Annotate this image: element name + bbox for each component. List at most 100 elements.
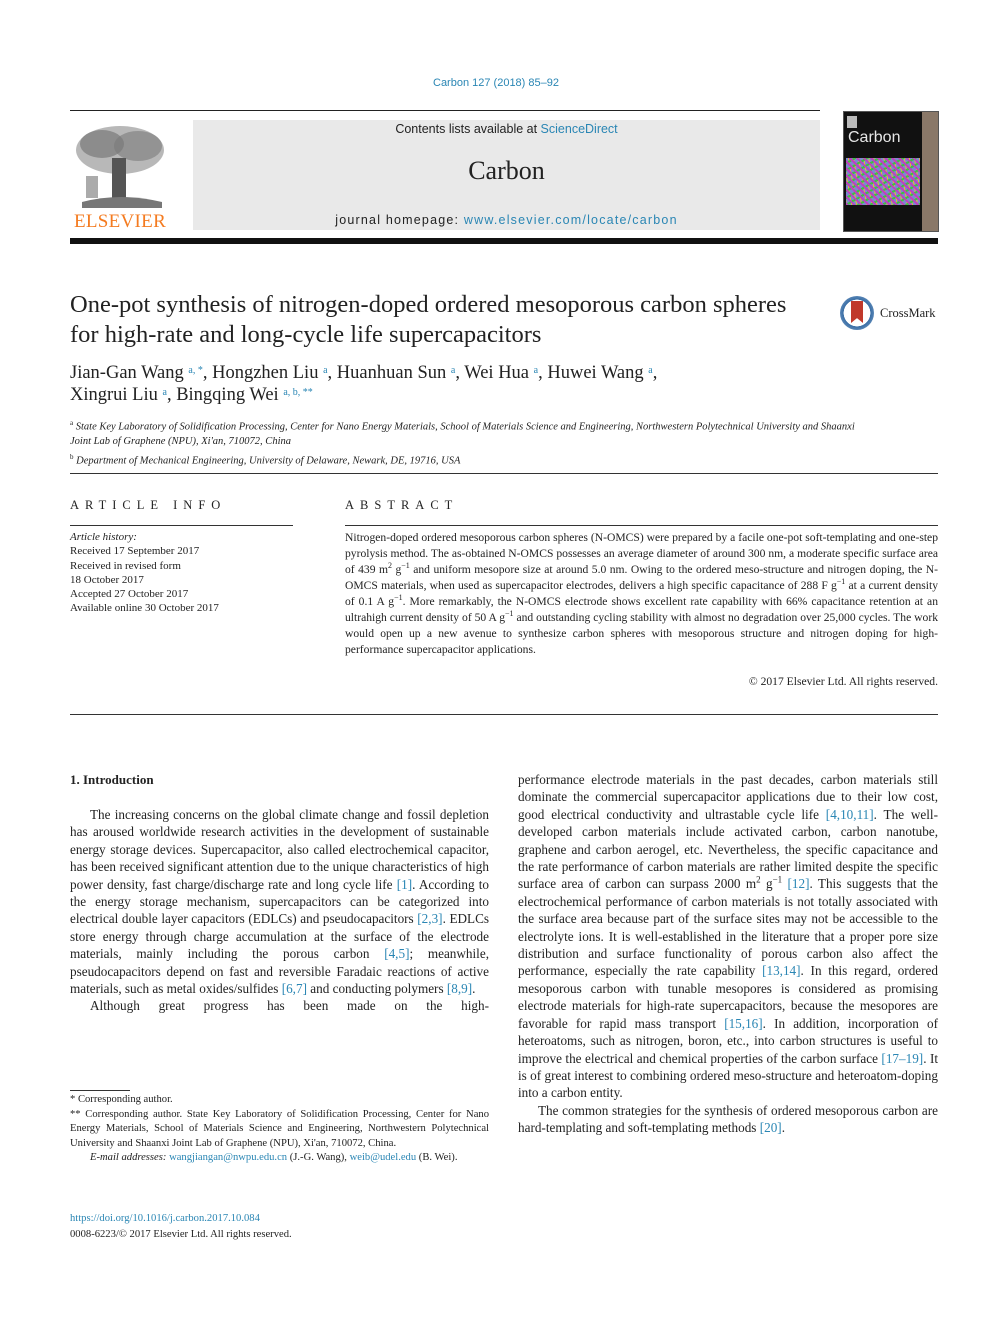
paragraph: Although great progress has been made on… [90, 998, 489, 1014]
reference-link[interactable]: [8,9] [447, 981, 472, 996]
email-link[interactable]: weib@udel.edu [350, 1152, 417, 1163]
email-owner: (B. Wei). [416, 1152, 458, 1164]
author-name[interactable]: Bingqing Wei [176, 385, 279, 405]
text-segment: and conducting polymers [306, 981, 447, 997]
text-segment: . [472, 981, 476, 997]
email-label: E-mail addresses: [90, 1152, 167, 1164]
author-name[interactable]: Wei Hua [464, 363, 529, 383]
header-thick-rule [70, 238, 938, 244]
superscript: −1 [394, 593, 403, 603]
homepage-line: journal homepage: www.elsevier.com/locat… [193, 213, 820, 227]
sciencedirect-link[interactable]: ScienceDirect [541, 122, 618, 136]
body-column-right: performance electrode materials in the p… [518, 771, 938, 1137]
article-title: One-pot synthesis of nitrogen-doped orde… [70, 291, 787, 348]
author-name[interactable]: Jian-Gan Wang [70, 363, 184, 383]
author-affil-mark[interactable]: a [163, 387, 167, 398]
reference-link[interactable]: [12] [788, 876, 810, 891]
article-info-heading: ARTICLE INFO [70, 498, 227, 512]
reference-link[interactable]: [13,14] [762, 963, 800, 978]
crossmark-button[interactable]: CrossMark [840, 296, 940, 336]
footnote-rule [70, 1090, 130, 1091]
text-segment: The common strategies for the synthesis … [518, 1102, 938, 1136]
author-name[interactable]: Huanhuan Sun [337, 363, 446, 383]
cover-artwork [846, 158, 920, 205]
reference-link[interactable]: [4,5] [384, 946, 409, 961]
history-label: Article history: [70, 531, 137, 543]
affiliation-b: b Department of Mechanical Engineering, … [70, 450, 870, 469]
email-link[interactable]: wangjiangan@nwpu.edu.cn [169, 1152, 287, 1163]
text-segment: . [781, 1120, 785, 1136]
author-affil-mark[interactable]: a, b, ** [283, 387, 312, 398]
author-name[interactable]: Hongzhen Liu [212, 363, 318, 383]
journal-name: Carbon [468, 156, 545, 185]
cover-seal-icon [847, 116, 857, 128]
affiliation-text: State Key Laboratory of Solidification P… [70, 421, 855, 448]
history-item: Received 17 September 2017 [70, 545, 200, 558]
journal-cover-image[interactable]: Carbon [843, 111, 939, 232]
body-rule [70, 714, 938, 715]
article-history: Article history: Received 17 September 2… [70, 530, 219, 616]
history-item: Accepted 27 October 2017 [70, 588, 189, 601]
reference-link[interactable]: [17–19] [881, 1051, 923, 1066]
journal-citation-link[interactable]: Carbon 127 (2018) 85–92 [0, 77, 992, 89]
abstract-heading: ABSTRACT [345, 498, 459, 512]
footnote-corresponding-1: * Corresponding author. [70, 1094, 173, 1105]
superscript: −1 [401, 561, 410, 571]
affiliation-mark: b [70, 452, 74, 461]
elsevier-logo[interactable]: ELSEVIER [70, 118, 170, 233]
history-item: Received in revised form [70, 559, 181, 572]
superscript: −1 [505, 609, 514, 619]
author-affil-mark[interactable]: a [323, 365, 327, 376]
cover-panel: Carbon [844, 112, 922, 231]
reference-link[interactable]: [2,3] [417, 911, 442, 926]
paragraph: The increasing concerns on the global cl… [70, 806, 489, 997]
history-item: 18 October 2017 [70, 573, 144, 586]
author-name[interactable]: Huwei Wang [547, 363, 643, 383]
affiliations: a State Key Laboratory of Solidification… [70, 416, 870, 469]
contents-line: Contents lists available at ScienceDirec… [193, 122, 820, 136]
author-list: Jian-Gan Wang a, *, Hongzhen Liu a, Huan… [70, 363, 658, 405]
author-name[interactable]: Xingrui Liu [70, 385, 158, 405]
paragraph: The common strategies for the synthesis … [518, 1102, 938, 1137]
doi-block: https://doi.org/10.1016/j.carbon.2017.10… [70, 1211, 292, 1242]
elsevier-wordmark: ELSEVIER [73, 211, 167, 232]
crossmark-label: CrossMark [880, 306, 936, 320]
contents-prefix: Contents lists available at [395, 122, 541, 136]
affiliation-a: a State Key Laboratory of Solidification… [70, 416, 870, 450]
text-segment: g [760, 876, 773, 892]
body-column-left: The increasing concerns on the global cl… [70, 806, 489, 1015]
header-rule [70, 110, 820, 111]
journal-banner: Contents lists available at ScienceDirec… [193, 120, 820, 230]
footnotes: * Corresponding author. ** Corresponding… [70, 1093, 489, 1166]
footnote-corresponding-2: ** Corresponding author. State Key Labor… [70, 1108, 489, 1149]
cover-title: Carbon [848, 129, 901, 146]
footnote-emails: E-mail addresses: wangjiangan@nwpu.edu.c… [70, 1151, 489, 1166]
reference-link[interactable]: [20] [760, 1120, 782, 1135]
email-owner: (J.-G. Wang), [287, 1152, 350, 1164]
author-affil-mark[interactable]: a [648, 365, 652, 376]
reference-link[interactable]: [1] [397, 877, 412, 892]
abstract-segment: g [392, 563, 402, 576]
homepage-prefix: journal homepage: [335, 213, 464, 227]
abstract-copyright: © 2017 Elsevier Ltd. All rights reserved… [748, 675, 938, 688]
author-affil-mark[interactable]: a [451, 365, 455, 376]
affiliation-mark: a [70, 419, 74, 427]
elsevier-tree-icon [72, 122, 168, 210]
reference-link[interactable]: [15,16] [724, 1016, 762, 1031]
reference-link[interactable]: [4,10,11] [826, 807, 874, 822]
author-affil-mark[interactable]: a, * [188, 365, 202, 376]
paragraph: performance electrode materials in the p… [518, 771, 938, 1102]
article-info-rule [70, 525, 293, 526]
issn-copyright: 0008-6223/© 2017 Elsevier Ltd. All right… [70, 1228, 292, 1240]
superscript: −1 [772, 875, 783, 886]
affiliation-text: Department of Mechanical Engineering, Un… [76, 455, 461, 466]
reference-link[interactable]: [6,7] [282, 981, 307, 996]
abstract-rule [345, 525, 938, 526]
history-item: Available online 30 October 2017 [70, 602, 219, 615]
section-rule [70, 473, 938, 474]
doi-link[interactable]: https://doi.org/10.1016/j.carbon.2017.10… [70, 1213, 260, 1224]
section-heading-introduction: 1. Introduction [70, 772, 154, 787]
journal-homepage-link[interactable]: www.elsevier.com/locate/carbon [464, 213, 678, 227]
author-affil-mark[interactable]: a [534, 365, 538, 376]
abstract-text: Nitrogen-doped ordered mesoporous carbon… [345, 530, 938, 658]
